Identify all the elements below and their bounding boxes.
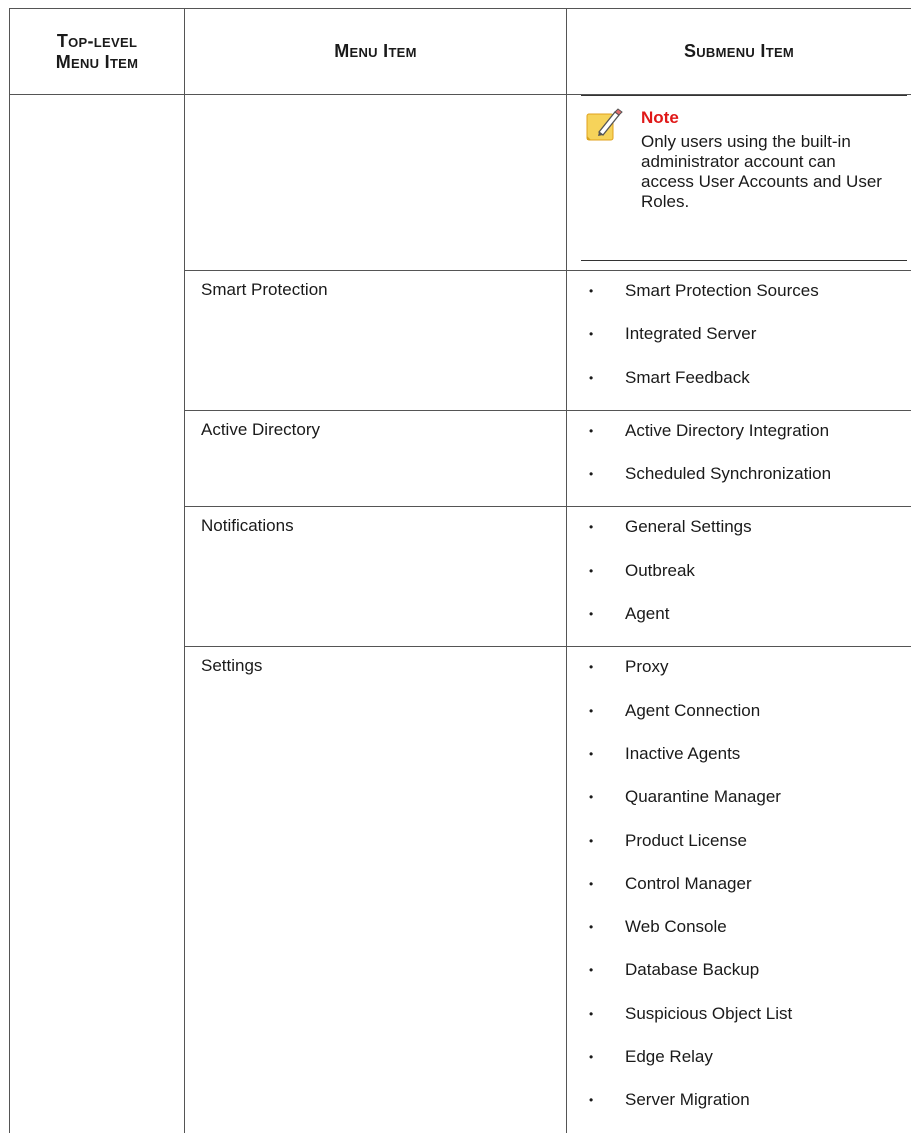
menu-item-label: Active Directory xyxy=(185,411,566,440)
submenu-item-label: Suspicious Object List xyxy=(625,1004,792,1023)
submenu-item: • Server Migration xyxy=(567,1087,911,1130)
bullet-icon: • xyxy=(589,421,593,441)
note-cell: Note Only users using the built-in admin… xyxy=(567,95,911,271)
header-menu-item: Menu Item xyxy=(185,9,567,95)
bullet-icon: • xyxy=(589,561,593,581)
menu-item-label: Settings xyxy=(185,647,566,676)
submenu-item-label: Proxy xyxy=(625,657,668,676)
submenu-item: • Product License xyxy=(567,828,911,871)
submenu-item: • General Settings xyxy=(567,514,911,557)
note-body: Only users using the built-in administra… xyxy=(641,132,891,212)
header-top-level-line2: Menu Item xyxy=(56,52,139,72)
menu-table: Top-level Menu Item Menu Item Submenu It… xyxy=(9,8,911,1133)
table-row-note: Note Only users using the built-in admin… xyxy=(10,95,911,271)
submenu-cell: • General Settings • Outbreak • Agent xyxy=(567,507,911,647)
submenu-item: • Quarantine Manager xyxy=(567,784,911,827)
submenu-list: • General Settings • Outbreak • Agent xyxy=(567,507,911,646)
submenu-item-label: Smart Protection Sources xyxy=(625,281,819,300)
submenu-item-label: Integrated Server xyxy=(625,324,756,343)
submenu-item-label: Edge Relay xyxy=(625,1047,713,1066)
submenu-item-label: General Settings xyxy=(625,517,752,536)
submenu-item: • Suspicious Object List xyxy=(567,1001,911,1044)
menu-item-label: Smart Protection xyxy=(185,271,566,300)
note-title: Note xyxy=(641,108,907,128)
table-header-row: Top-level Menu Item Menu Item Submenu It… xyxy=(10,9,911,95)
submenu-item: • Database Backup xyxy=(567,957,911,1000)
menu-item-cell: Settings xyxy=(185,647,567,1133)
submenu-cell: •Proxy•Agent Connection•Inactive Agents•… xyxy=(567,647,911,1133)
bullet-icon: • xyxy=(589,960,593,980)
bullet-icon: • xyxy=(589,831,593,851)
submenu-item: • Smart Feedback xyxy=(567,365,911,408)
submenu-item-label: Web Console xyxy=(625,917,727,936)
submenu-item-label: Database Backup xyxy=(625,960,759,979)
bullet-icon: • xyxy=(589,917,593,937)
submenu-item-label: Quarantine Manager xyxy=(625,787,781,806)
submenu-item-label: Smart Feedback xyxy=(625,368,750,387)
submenu-item-label: Outbreak xyxy=(625,561,695,580)
submenu-list: •Proxy•Agent Connection•Inactive Agents•… xyxy=(567,647,911,1132)
bullet-icon: • xyxy=(589,517,593,537)
top-level-cell xyxy=(10,95,185,1133)
menu-cell-empty xyxy=(185,95,567,271)
submenu-item-label: Active Directory Integration xyxy=(625,421,829,440)
bullet-icon: • xyxy=(589,368,593,388)
bullet-icon: • xyxy=(589,874,593,894)
submenu-item-label: Inactive Agents xyxy=(625,744,740,763)
bullet-icon: • xyxy=(589,1047,593,1067)
submenu-cell: • Smart Protection Sources • Integrated Ser… xyxy=(567,271,911,411)
bullet-icon: • xyxy=(589,324,593,344)
submenu-item-label: Control Manager xyxy=(625,874,752,893)
menu-item-cell: Notifications xyxy=(185,507,567,647)
submenu-item: • Integrated Server xyxy=(567,321,911,364)
submenu-item: • Inactive Agents xyxy=(567,741,911,784)
submenu-item: • Proxy xyxy=(567,654,911,697)
submenu-item-label: Server Migration xyxy=(625,1090,750,1109)
submenu-cell: • Active Directory Integration • Scheduled … xyxy=(567,410,911,507)
menu-item-cell: Smart Protection xyxy=(185,271,567,411)
submenu-item-label: Agent Connection xyxy=(625,701,760,720)
bullet-icon: • xyxy=(589,1090,593,1110)
submenu-item: • Smart Protection Sources xyxy=(567,278,911,321)
bullet-icon: • xyxy=(589,281,593,301)
bullet-icon: • xyxy=(589,657,593,677)
submenu-item: • Edge Relay xyxy=(567,1044,911,1087)
bullet-icon: • xyxy=(589,1004,593,1024)
submenu-item: • Active Directory Integration xyxy=(567,418,911,461)
submenu-item-label: Product License xyxy=(625,831,747,850)
submenu-item-label: Scheduled Synchronization xyxy=(625,464,831,483)
submenu-item: • Agent Connection xyxy=(567,698,911,741)
menu-item-cell: Active Directory xyxy=(185,410,567,507)
submenu-item: • Control Manager xyxy=(567,871,911,914)
submenu-item-label: Agent xyxy=(625,604,669,623)
submenu-item: • Agent xyxy=(567,601,911,644)
note-block: Note Only users using the built-in admin… xyxy=(581,95,907,261)
header-top-level-menu-item: Top-level Menu Item xyxy=(10,9,185,95)
bullet-icon: • xyxy=(589,604,593,624)
submenu-list: • Active Directory Integration • Scheduled … xyxy=(567,411,911,507)
note-pencil-icon xyxy=(585,108,623,142)
bullet-icon: • xyxy=(589,464,593,484)
bullet-icon: • xyxy=(589,787,593,807)
submenu-item: • Outbreak xyxy=(567,558,911,601)
submenu-item: • Web Console xyxy=(567,914,911,957)
header-top-level-line1: Top-level xyxy=(57,31,137,51)
submenu-item: • Scheduled Synchronization xyxy=(567,461,911,504)
menu-item-label: Notifications xyxy=(185,507,566,536)
header-submenu-item: Submenu Item xyxy=(567,9,911,95)
bullet-icon: • xyxy=(589,701,593,721)
submenu-list: • Smart Protection Sources • Integrated Ser… xyxy=(567,271,911,410)
bullet-icon: • xyxy=(589,744,593,764)
